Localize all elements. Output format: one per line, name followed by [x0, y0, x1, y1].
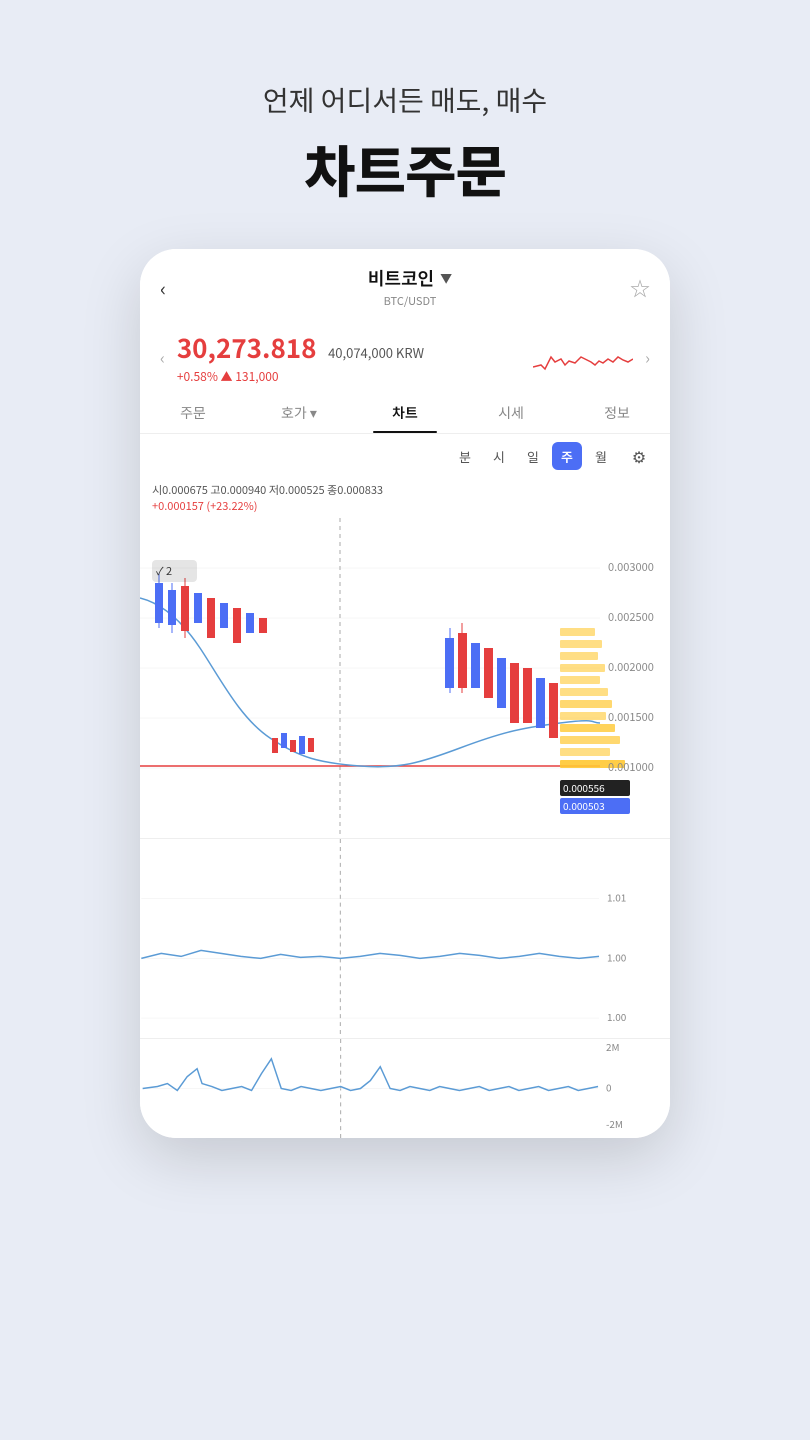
price-row: ‹ 30,273.818 40,074,000 KRW +0.58% ▲ 131…: [140, 321, 670, 393]
price-prev-button[interactable]: ‹: [160, 345, 165, 369]
chart-settings-button[interactable]: ⚙: [624, 442, 654, 470]
price-main-block: 30,273.818 40,074,000 KRW +0.58% ▲ 131,0…: [177, 329, 521, 385]
svg-text:1.00: 1.00: [607, 1009, 627, 1024]
time-btn-bun[interactable]: 분: [450, 442, 480, 470]
sub-chart-svg: 1.01 1.00 1.00: [140, 839, 670, 1038]
back-button[interactable]: ‹: [160, 273, 190, 302]
price-krw: 40,074,000 KRW: [328, 343, 424, 362]
svg-text:0.000503: 0.000503: [563, 798, 605, 813]
price-row-top: 30,273.818 40,074,000 KRW: [177, 329, 521, 366]
phone-mockup: ‹ 비트코인 ▼ BTC/USDT ☆ ‹ 30,273.818 40,074,…: [140, 249, 670, 1138]
svg-text:0.002500: 0.002500: [608, 609, 654, 625]
coin-name-label: 비트코인: [368, 265, 434, 291]
svg-text:0: 0: [606, 1080, 611, 1094]
main-chart-svg: 0.003000 0.002500 0.002000 0.001500 0.00…: [140, 518, 670, 838]
hero-section: 언제 어디서든 매도, 매수 차트주문: [0, 0, 810, 249]
tab-hosik[interactable]: 호가 ▾: [246, 393, 352, 433]
svg-text:✓ 2: ✓ 2: [156, 563, 172, 579]
main-chart-canvas[interactable]: 0.003000 0.002500 0.002000 0.001500 0.00…: [140, 518, 670, 838]
header-top-row: ‹ 비트코인 ▼ BTC/USDT ☆: [160, 265, 650, 309]
svg-text:1.00: 1.00: [607, 949, 627, 964]
app-tabs: 주문 호가 ▾ 차트 시세 정보: [140, 393, 670, 434]
time-btn-wol[interactable]: 월: [586, 442, 616, 470]
sub-chart-area: 1.01 1.00 1.00: [140, 838, 670, 1038]
header-title-block: 비트코인 ▼ BTC/USDT: [368, 265, 452, 309]
tab-info[interactable]: 정보: [564, 393, 670, 433]
mini-chart: [533, 337, 633, 377]
price-value: 30,273.818: [177, 329, 317, 366]
tab-jomun[interactable]: 주문: [140, 393, 246, 433]
svg-text:0.001000: 0.001000: [608, 759, 654, 775]
tab-chart[interactable]: 차트: [352, 393, 458, 433]
app-header: ‹ 비트코인 ▼ BTC/USDT ☆: [140, 249, 670, 321]
favorite-button[interactable]: ☆: [630, 273, 650, 302]
time-btn-il[interactable]: 일: [518, 442, 548, 470]
coin-pair-label: BTC/USDT: [368, 293, 452, 309]
ohlc-line2: +0.000157 (+23.22%): [152, 498, 670, 514]
hero-title: 차트주문: [0, 128, 810, 209]
ohlc-info: 시0.000675 고0.000940 저0.000525 종0.000833 …: [140, 478, 670, 518]
chart-controls: 분 시 일 주 월 ⚙: [140, 434, 670, 478]
time-btn-si[interactable]: 시: [484, 442, 514, 470]
ohlc-line1: 시0.000675 고0.000940 저0.000525 종0.000833: [152, 482, 670, 498]
svg-text:-2M: -2M: [606, 1117, 623, 1131]
bottom-chart-svg: 2M 0 -2M: [140, 1039, 670, 1138]
coin-title: 비트코인 ▼: [368, 265, 452, 291]
hero-subtitle: 언제 어디서든 매도, 매수: [0, 80, 810, 120]
bottom-chart-area: 2M 0 -2M: [140, 1038, 670, 1138]
dropdown-arrow-icon[interactable]: ▼: [440, 270, 452, 287]
svg-text:0.003000: 0.003000: [608, 559, 654, 575]
svg-text:2M: 2M: [606, 1040, 620, 1054]
svg-text:0.000556: 0.000556: [563, 780, 605, 795]
price-change: +0.58% ▲ 131,000: [177, 368, 521, 385]
price-next-button[interactable]: ›: [645, 345, 650, 369]
tab-sise[interactable]: 시세: [458, 393, 564, 433]
svg-text:0.002000: 0.002000: [608, 659, 654, 675]
svg-text:1.01: 1.01: [607, 890, 626, 905]
svg-text:0.001500: 0.001500: [608, 709, 654, 725]
time-btn-ju[interactable]: 주: [552, 442, 582, 470]
